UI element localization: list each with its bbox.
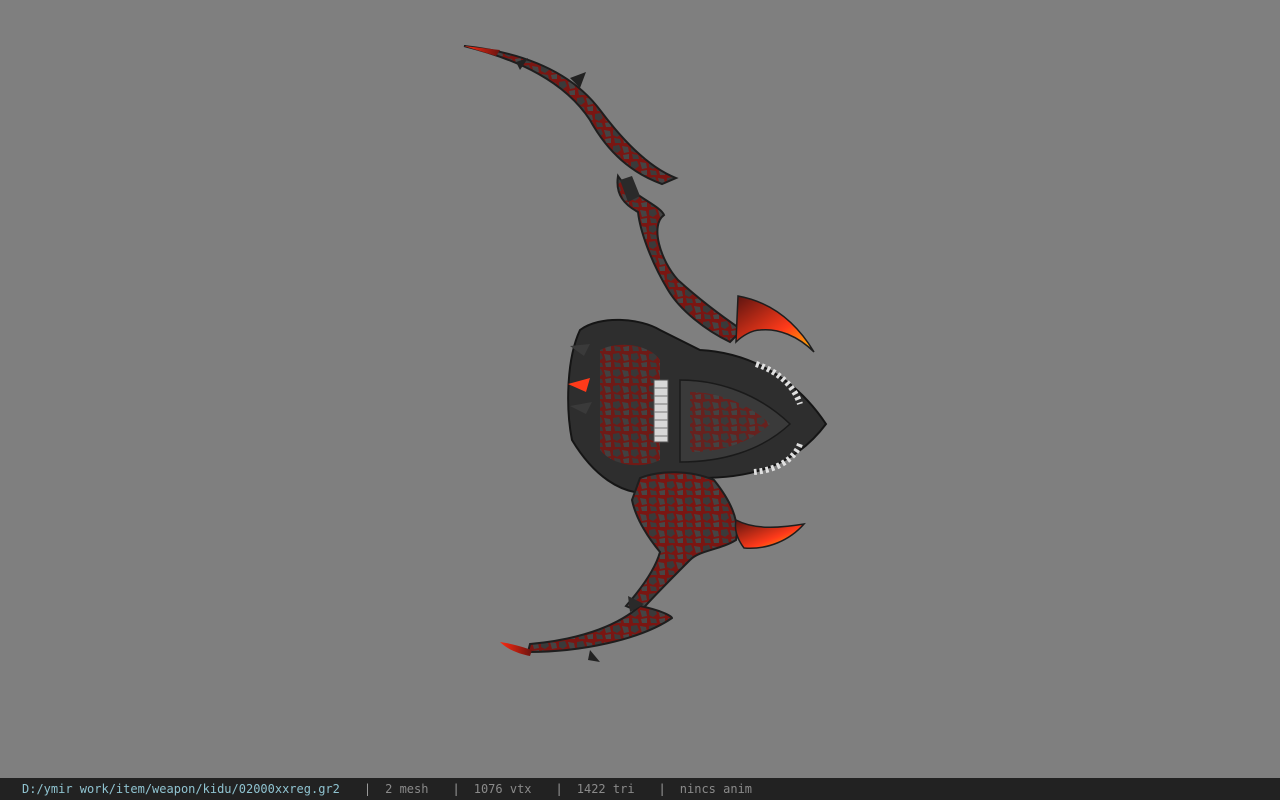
bow-lower-claw: [734, 518, 806, 549]
mesh-count-text: 2 mesh: [385, 782, 429, 796]
status-separator: |: [658, 782, 666, 796]
status-bar: D:/ymir work/item/weapon/kidu/02000xxreg…: [0, 778, 1280, 800]
bow-upper-claw: [735, 295, 815, 353]
file-path-text: D:/ymir work/item/weapon/kidu/02000xxreg…: [22, 782, 340, 796]
bow-grip: [567, 318, 828, 495]
status-separator: |: [452, 782, 460, 796]
animation-status-text: nincs anim: [679, 782, 753, 796]
triangle-count-text: 1422 tri: [576, 782, 635, 796]
bow-lower-limb: [500, 471, 738, 662]
bow-upper-limb: [463, 45, 744, 344]
bow-model[interactable]: [0, 0, 1280, 778]
vertex-count-text: 1076 vtx: [473, 782, 532, 796]
3d-viewport[interactable]: [0, 0, 1280, 778]
status-separator: |: [363, 782, 372, 796]
status-separator: |: [555, 782, 563, 796]
